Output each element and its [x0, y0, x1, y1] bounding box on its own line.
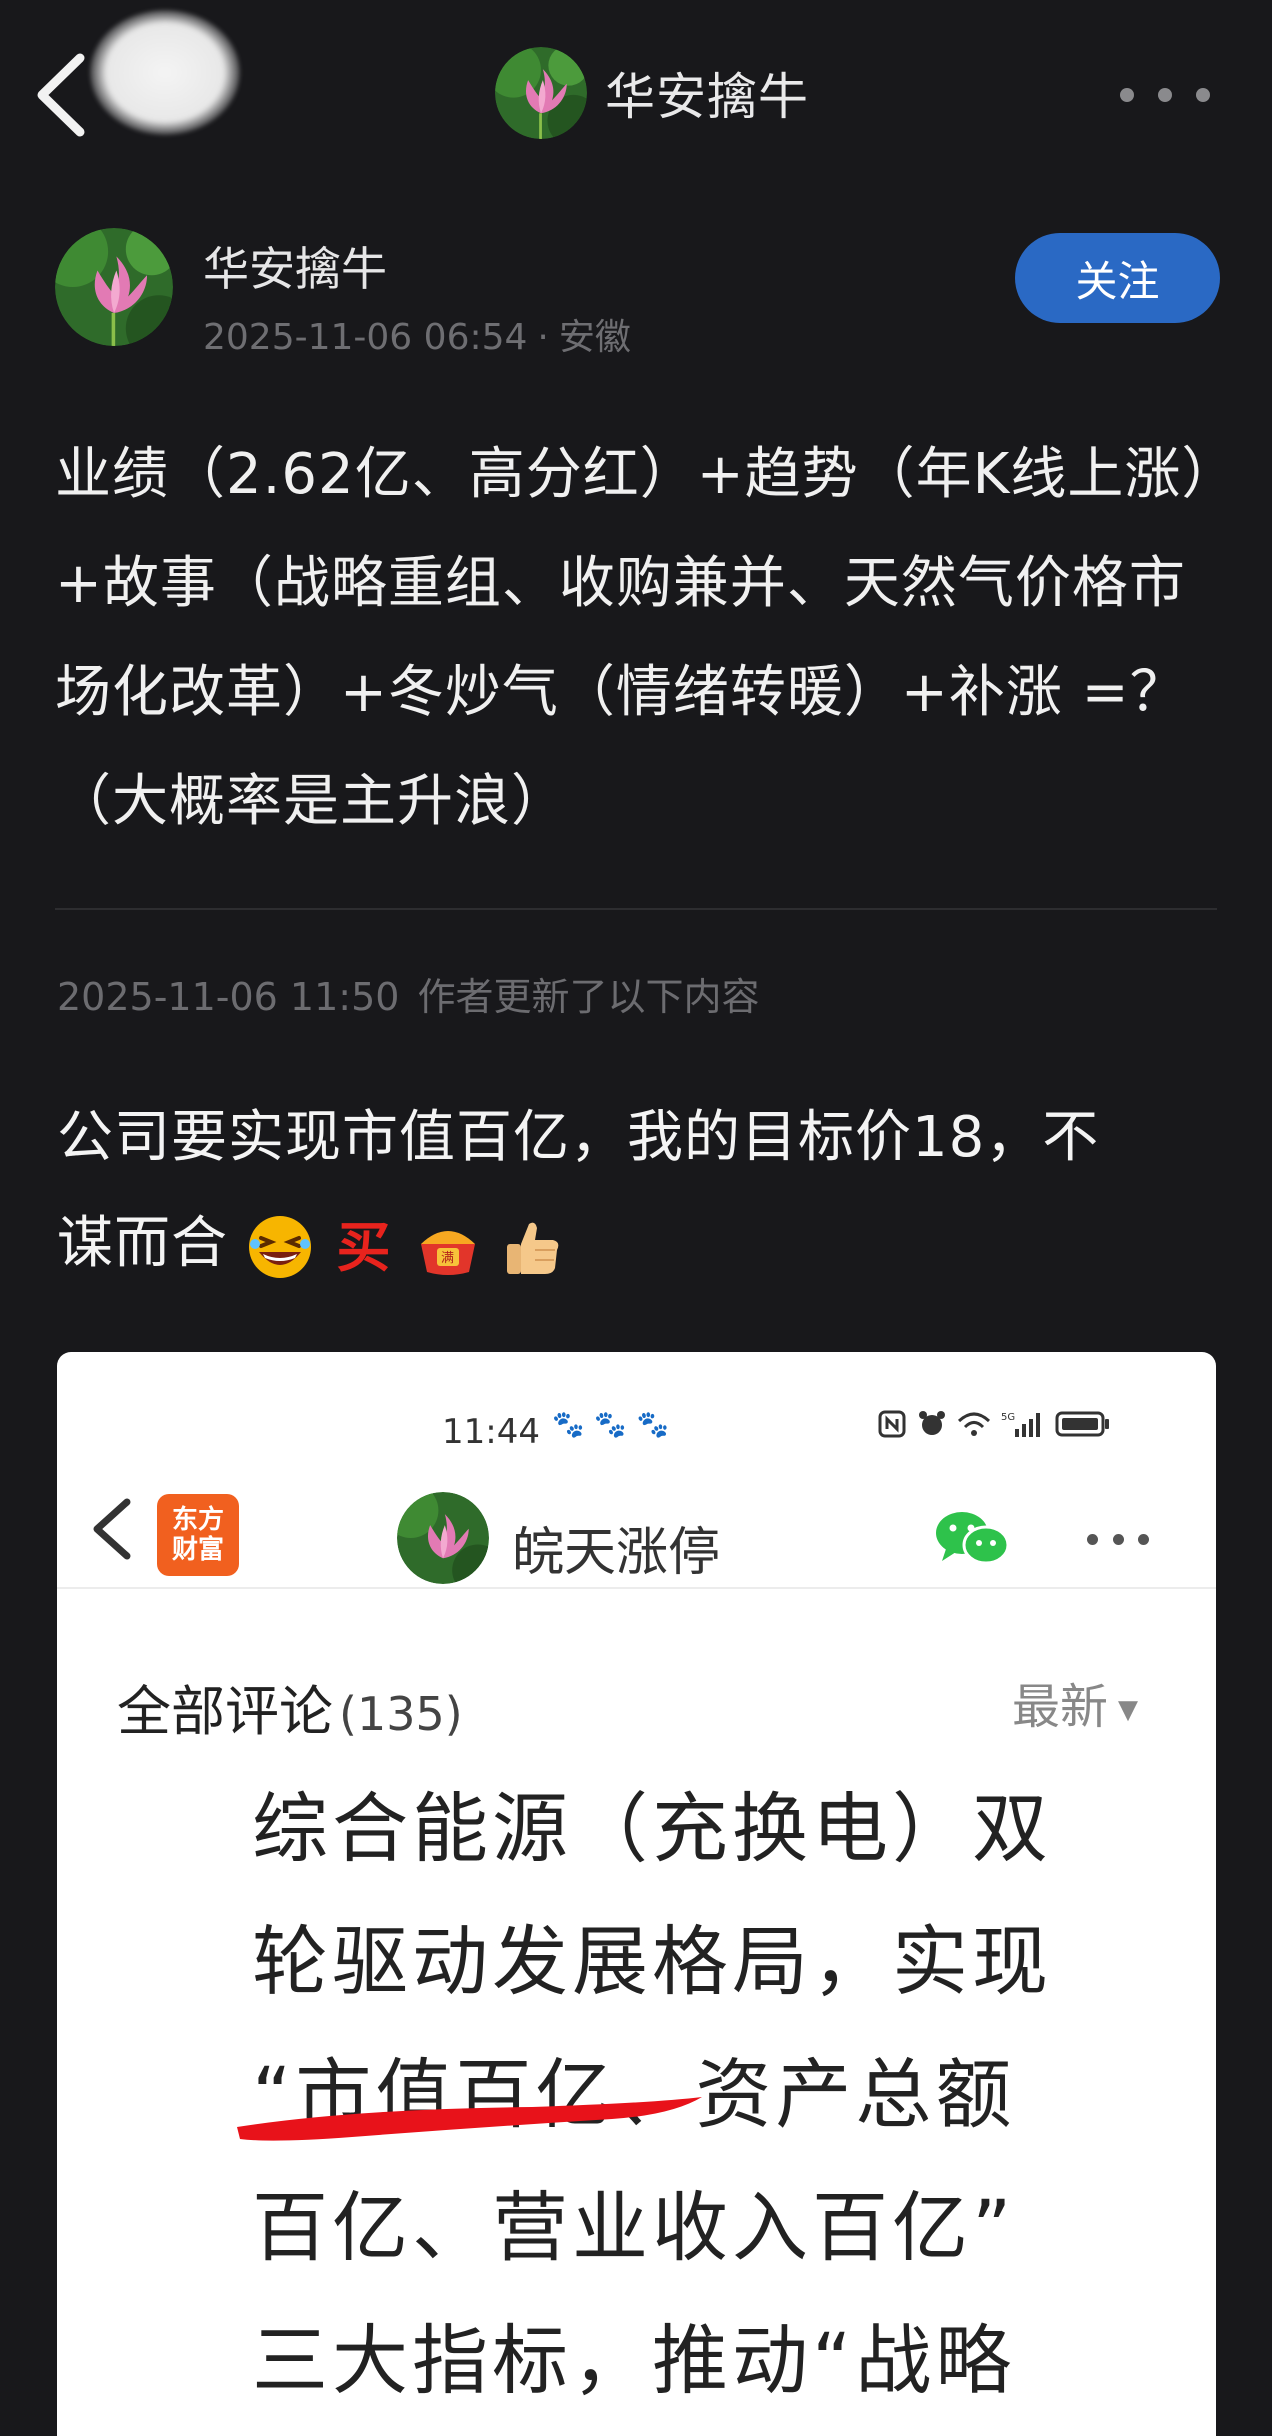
wechat-icon	[936, 1512, 1010, 1565]
buy-emoji-text: 买	[336, 1216, 391, 1279]
body-line: 百亿、营业收入百亿”	[252, 2183, 1016, 2272]
logo-line1: 东方	[171, 1505, 224, 1535]
update-text-line1: 公司要实现市值百亿，我的目标价18，不	[57, 1105, 1100, 1170]
nav-avatar	[495, 46, 587, 139]
nav-title-group[interactable]: 华安擒牛	[495, 45, 809, 140]
embedded-more-icon	[1087, 1534, 1149, 1548]
post-location: 安徽	[558, 317, 631, 358]
comments-count: (135)	[339, 1687, 463, 1741]
eastmoney-logo: 东方 财富	[157, 1494, 239, 1576]
wifi-icon	[957, 1412, 991, 1436]
body-line: 三大指标，推动“战略	[252, 2316, 1016, 2405]
more-dots-icon[interactable]	[1120, 80, 1210, 110]
update-notice: 作者更新了以下内容	[417, 975, 760, 1019]
author-avatar[interactable]	[55, 228, 173, 346]
caret-down-icon: ▼	[1118, 1695, 1139, 1725]
body-line: 轮驱动发展格局，实现	[252, 1917, 1052, 2006]
logo-line2: 财富	[171, 1535, 224, 1565]
update-text-line2: 谋而合	[57, 1211, 228, 1276]
post-meta: 2025-11-06 06:54 · 安徽	[203, 308, 631, 360]
red-underline-mark	[237, 2097, 702, 2141]
comments-label: 全部评论 (135)	[117, 1667, 463, 1746]
post-datetime: 2025-11-06 06:54	[203, 317, 528, 358]
follow-button[interactable]: 关注	[1015, 233, 1220, 323]
sort-label: 最新	[1012, 1679, 1109, 1735]
meta-separator: ·	[537, 317, 549, 358]
svg-text:5G: 5G	[1001, 1412, 1015, 1423]
comments-label-text: 全部评论	[117, 1680, 333, 1743]
embedded-screenshot[interactable]: 11:44 🐾🐾🐾 5G 东方 财富 皖天涨停 全部评论 (135) 最新 ▼ …	[57, 1352, 1216, 2436]
nfc-icon	[878, 1410, 906, 1438]
update-meta: 2025-11-06 11:50 作者更新了以下内容	[57, 966, 759, 1021]
divider	[55, 908, 1217, 910]
embedded-back-icon	[93, 1498, 131, 1560]
author-row: 华安擒牛 2025-11-06 06:54 · 安徽 关注	[55, 228, 1220, 358]
back-icon[interactable]	[30, 50, 100, 140]
full-bowl-text: 满	[441, 1251, 455, 1266]
redacted-blur	[90, 10, 240, 135]
update-datetime: 2025-11-06 11:50	[57, 975, 400, 1019]
system-icons: 5G	[877, 1404, 1111, 1444]
signal-icon: 5G	[1001, 1412, 1040, 1437]
embedded-title: 皖天涨停	[512, 1523, 721, 1583]
author-name[interactable]: 华安擒牛	[203, 233, 387, 299]
buy-emoji-icon: 买	[336, 1216, 391, 1279]
full-bowl-emoji-icon: 满	[420, 1230, 475, 1275]
embedded-header: 东方 财富 皖天涨停	[57, 1462, 1216, 1589]
body-line: 综合能源（充换电）双	[252, 1784, 1052, 1873]
battery-icon	[1055, 1411, 1109, 1437]
laughing-emoji-icon	[248, 1215, 311, 1278]
post-text: 业绩（2.62亿、高分红）+趋势（年K线上涨）+故事（战略重组、收购兼并、天然气…	[55, 442, 1211, 834]
sort-dropdown: 最新 ▼	[1012, 1667, 1138, 1737]
embedded-status-bar: 11:44 🐾🐾🐾 5G	[57, 1352, 1216, 1452]
embedded-avatar	[397, 1492, 489, 1584]
alarm-icon	[919, 1411, 945, 1435]
embedded-status-time: 11:44	[442, 1412, 540, 1452]
top-nav-bar: 华安擒牛	[0, 0, 1272, 185]
update-text: 公司要实现市值百亿，我的目标价18，不 谋而合 买 满	[57, 1085, 1227, 1297]
paw-icons: 🐾🐾🐾	[552, 1410, 680, 1440]
thumbs-up-emoji-icon	[506, 1222, 559, 1274]
nav-title: 华安擒牛	[605, 67, 809, 126]
